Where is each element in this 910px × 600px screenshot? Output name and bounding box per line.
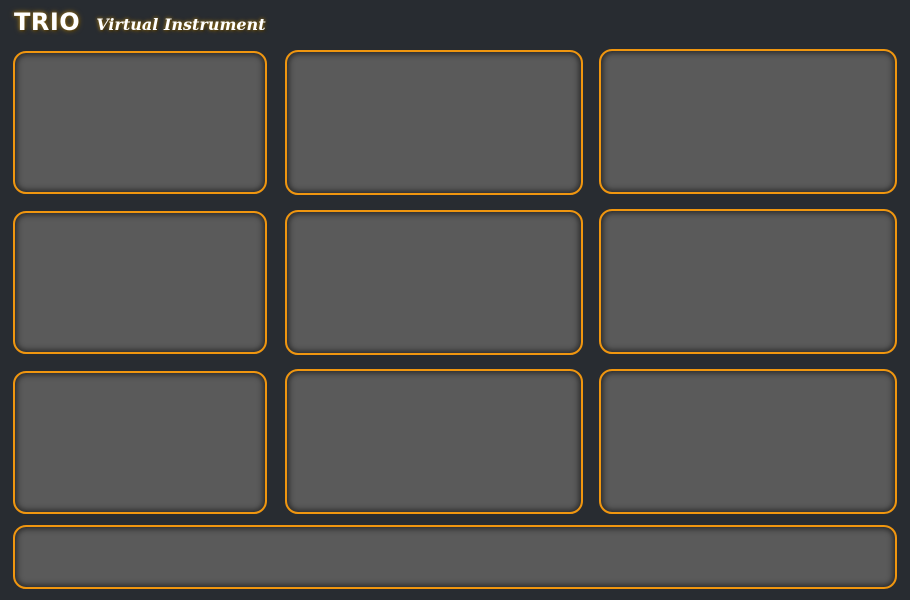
- panel-r1-c3: [599, 49, 897, 194]
- panel-r2-c1: [13, 211, 267, 354]
- panel-r3-c1: [13, 371, 267, 514]
- panel-r1-c2: [285, 50, 583, 195]
- app-header: TRIO Virtual Instrument: [14, 8, 266, 44]
- app-subtitle: Virtual Instrument: [96, 15, 266, 34]
- panel-r2-c3: [599, 209, 897, 354]
- panel-r3-c2: [285, 369, 583, 514]
- app-brand: TRIO: [14, 8, 81, 36]
- panel-r3-c3: [599, 369, 897, 514]
- panel-r2-c2: [285, 210, 583, 355]
- panel-r1-c1: [13, 51, 267, 194]
- panel-bottom-bar: [13, 525, 897, 589]
